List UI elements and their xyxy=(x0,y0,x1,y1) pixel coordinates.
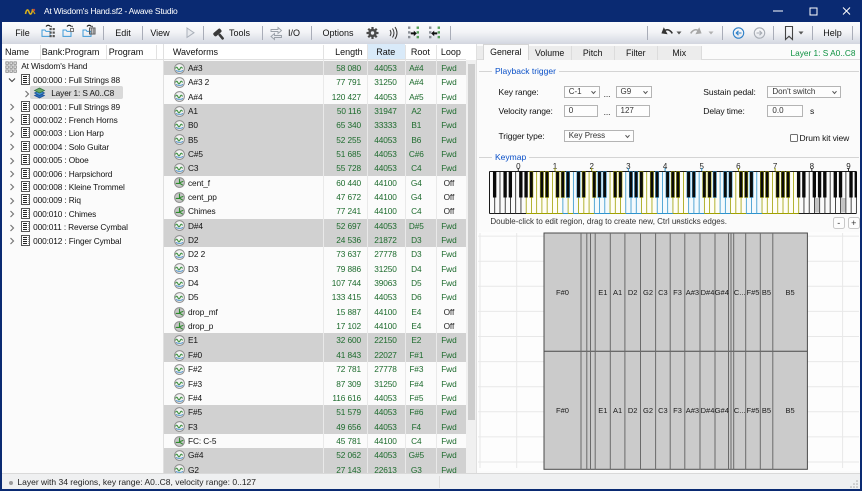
svg-text:C...: C... xyxy=(734,406,746,415)
svg-text:F#0: F#0 xyxy=(556,288,569,297)
svg-text:B5: B5 xyxy=(762,288,771,297)
svg-text:C3: C3 xyxy=(658,406,668,415)
svg-text:F#0: F#0 xyxy=(556,406,569,415)
svg-text:D2: D2 xyxy=(628,288,638,297)
svg-text:E1: E1 xyxy=(598,288,607,297)
svg-text:G#4: G#4 xyxy=(715,288,729,297)
svg-text:F3: F3 xyxy=(673,288,682,297)
svg-text:D#4: D#4 xyxy=(701,288,715,297)
svg-text:D#4: D#4 xyxy=(701,406,715,415)
svg-text:F#5: F#5 xyxy=(747,406,760,415)
svg-text:B5: B5 xyxy=(762,406,771,415)
svg-text:D2: D2 xyxy=(628,406,638,415)
svg-text:B5: B5 xyxy=(786,406,795,415)
svg-text:G2: G2 xyxy=(643,406,653,415)
svg-text:G#4: G#4 xyxy=(715,406,729,415)
svg-text:F#5: F#5 xyxy=(747,288,760,297)
svg-text:B5: B5 xyxy=(786,288,795,297)
svg-text:E1: E1 xyxy=(598,406,607,415)
svg-text:C3: C3 xyxy=(658,288,668,297)
svg-text:F3: F3 xyxy=(673,406,682,415)
svg-text:G2: G2 xyxy=(643,288,653,297)
svg-text:C...: C... xyxy=(734,288,746,297)
svg-text:A1: A1 xyxy=(613,288,622,297)
svg-text:A#3: A#3 xyxy=(686,406,699,415)
svg-text:A#3: A#3 xyxy=(686,288,699,297)
svg-text:A1: A1 xyxy=(613,406,622,415)
